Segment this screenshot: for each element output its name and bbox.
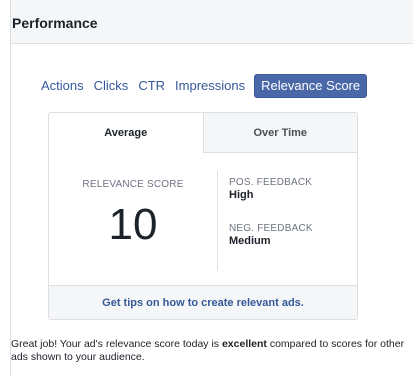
positive-feedback-value: High <box>229 189 254 201</box>
negative-feedback-value: Medium <box>229 235 271 247</box>
tab-actions[interactable]: Actions <box>41 74 89 98</box>
tab-relevance-score[interactable]: Relevance Score <box>254 74 368 98</box>
tab-impressions[interactable]: Impressions <box>170 74 250 98</box>
tab-ctr[interactable]: CTR <box>133 74 170 98</box>
score-block: RELEVANCE SCORE 10 <box>49 153 217 283</box>
tips-link[interactable]: Get tips on how to create relevant ads. <box>49 285 357 319</box>
summary-prefix: Great job! Your ad's relevance score tod… <box>11 338 222 350</box>
tab-clicks[interactable]: Clicks <box>89 74 134 98</box>
summary-emphasis: excellent <box>221 338 267 350</box>
stat-divider <box>217 171 218 271</box>
relevance-score-value: 10 <box>108 200 158 249</box>
performance-panel: Performance Actions Clicks CTR Impressio… <box>10 0 413 376</box>
tab-over-time[interactable]: Over Time <box>202 113 357 153</box>
relevance-summary: Great job! Your ad's relevance score tod… <box>11 338 411 364</box>
positive-feedback: POS. FEEDBACK High <box>229 177 312 201</box>
positive-feedback-label: POS. FEEDBACK <box>229 177 313 188</box>
relevance-score-label: RELEVANCE SCORE <box>82 179 184 190</box>
metric-tabs: Actions Clicks CTR Impressions Relevance… <box>41 74 368 98</box>
page-title: Performance <box>12 15 98 31</box>
tab-average[interactable]: Average <box>49 113 203 153</box>
panel-header: Performance <box>11 0 413 44</box>
relevance-card: Average Over Time RELEVANCE SCORE 10 POS… <box>48 112 358 320</box>
negative-feedback-label: NEG. FEEDBACK <box>229 223 313 234</box>
view-tabs: Average Over Time <box>49 113 357 153</box>
negative-feedback: NEG. FEEDBACK Medium <box>229 223 313 247</box>
